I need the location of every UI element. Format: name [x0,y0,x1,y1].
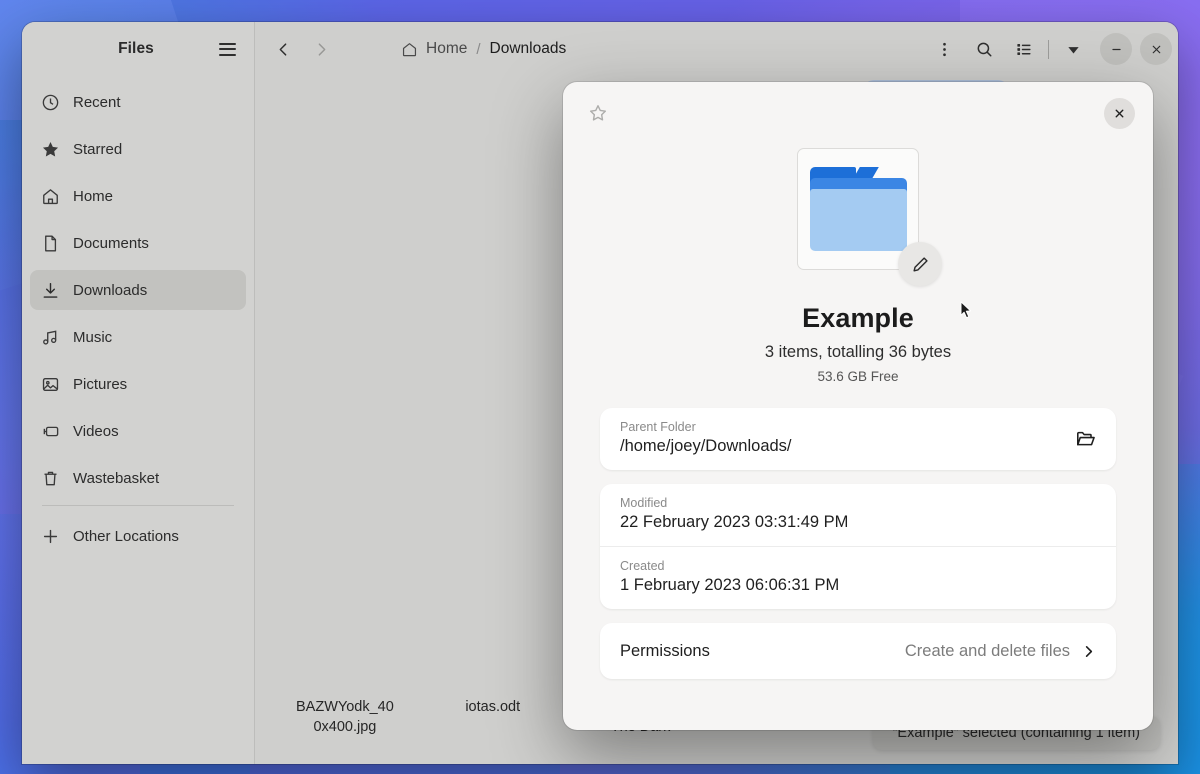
dates-card: Modified 22 February 2023 03:31:49 PM Cr… [600,484,1116,609]
field-label: Modified [620,496,668,510]
sidebar-divider [42,505,234,506]
desktop-background: Files Recent Starred Home Documents Down… [0,0,1200,774]
list-view-icon[interactable] [1005,32,1043,66]
dialog-free-space: 53.6 GB Free [817,369,899,384]
breadcrumb-separator: / [476,40,481,58]
music-icon [40,327,60,347]
sidebar-item-label: Pictures [73,375,128,393]
sidebar-item-label: Recent [73,93,121,111]
sidebar-item-label: Wastebasket [73,469,160,487]
sidebar-item-starred[interactable]: Starred [30,129,246,169]
field-label: Parent Folder [620,420,696,434]
permissions-label: Permissions [620,641,710,660]
trash-icon [40,468,60,488]
picture-icon [40,374,60,394]
permissions-value: Create and delete files [904,641,1070,660]
toolbar: Home / Downloads [255,22,1178,76]
sidebar-item-videos[interactable]: Videos [30,411,246,451]
sidebar-item-label: Home [73,187,114,205]
modified-row: Modified 22 February 2023 03:31:49 PM [600,484,1116,546]
main-pane: Home / Downloads BAZWYodk_40 0x400.jpg i… [255,22,1178,764]
sidebar-item-wastebasket[interactable]: Wastebasket [30,458,246,498]
field-label: Created [620,559,665,573]
sidebar-title: Files [118,40,154,57]
sidebar-item-home[interactable]: Home [30,176,246,216]
dialog-close-button[interactable] [1104,97,1135,129]
open-folder-icon[interactable] [1075,428,1096,449]
properties-dialog: Example 3 items, totalling 36 bytes 53.6… [563,82,1153,730]
home-icon [40,186,60,206]
breadcrumb: Home / Downloads [401,40,566,58]
minimize-button[interactable] [1100,33,1132,65]
field-value: 1 February 2023 06:06:31 PM [620,576,840,594]
caret-down-icon[interactable] [1054,32,1092,66]
parent-folder-row: Parent Folder /home/joey/Downloads/ [600,408,1116,470]
sidebar-item-label: Documents [73,234,149,252]
field-value: /home/joey/Downloads/ [620,437,792,455]
star-outline-icon[interactable] [581,96,615,130]
sidebar-item-pictures[interactable]: Pictures [30,364,246,404]
chevron-right-icon [1081,644,1096,659]
breadcrumb-item-home[interactable]: Home [401,40,467,58]
back-button[interactable] [265,32,301,66]
field-value: 22 February 2023 03:31:49 PM [620,513,849,531]
clock-icon [40,92,60,112]
sidebar-item-label: Starred [73,140,123,158]
sidebar-item-documents[interactable]: Documents [30,223,246,263]
edit-icon-button[interactable] [898,242,972,319]
folder-preview [797,148,972,319]
plus-icon [40,526,60,546]
sidebar-item-label: Other Locations [73,527,179,545]
sidebar-item-downloads[interactable]: Downloads [30,270,246,310]
sidebar: Files Recent Starred Home Documents Down… [22,22,255,764]
breadcrumb-item-downloads[interactable]: Downloads [490,40,567,58]
toolbar-divider [1048,39,1049,59]
permissions-card: Permissions Create and delete files [600,623,1116,679]
dialog-header [563,82,1153,144]
sidebar-item-other-locations[interactable]: Other Locations [30,516,246,556]
parent-folder-card: Parent Folder /home/joey/Downloads/ [600,408,1116,470]
dialog-subtitle: 3 items, totalling 36 bytes [764,343,952,361]
files-window: Files Recent Starred Home Documents Down… [22,22,1178,764]
permissions-row[interactable]: Permissions Create and delete files [600,623,1116,679]
hamburger-icon[interactable] [214,36,240,62]
folder-icon [809,167,907,251]
dialog-body: Example 3 items, totalling 36 bytes 53.6… [563,144,1153,730]
breadcrumb-label: Downloads [489,40,567,57]
document-icon [40,233,60,253]
sidebar-item-label: Music [73,328,113,346]
breadcrumb-label: Home [426,40,468,57]
download-icon [40,280,60,300]
forward-button[interactable] [303,32,339,66]
video-icon [40,421,60,441]
sidebar-item-label: Downloads [73,281,148,299]
sidebar-item-recent[interactable]: Recent [30,82,246,122]
sidebar-item-music[interactable]: Music [30,317,246,357]
dialog-title: Example [802,303,914,333]
sidebar-list: Recent Starred Home Documents Downloads … [22,76,254,563]
permissions-right: Create and delete files [905,642,1096,661]
sidebar-item-label: Videos [73,422,119,440]
star-icon [40,139,60,159]
sidebar-header: Files [22,22,254,76]
search-icon[interactable] [965,32,1003,66]
close-button[interactable] [1140,33,1172,65]
created-row: Created 1 February 2023 06:06:31 PM [600,546,1116,609]
toolbar-right [925,32,1172,66]
file-name: iotas.odt [465,698,521,715]
kebab-menu-icon[interactable] [925,32,963,66]
file-name: BAZWYodk_40 0x400.jpg [296,698,394,736]
home-icon [401,41,418,58]
